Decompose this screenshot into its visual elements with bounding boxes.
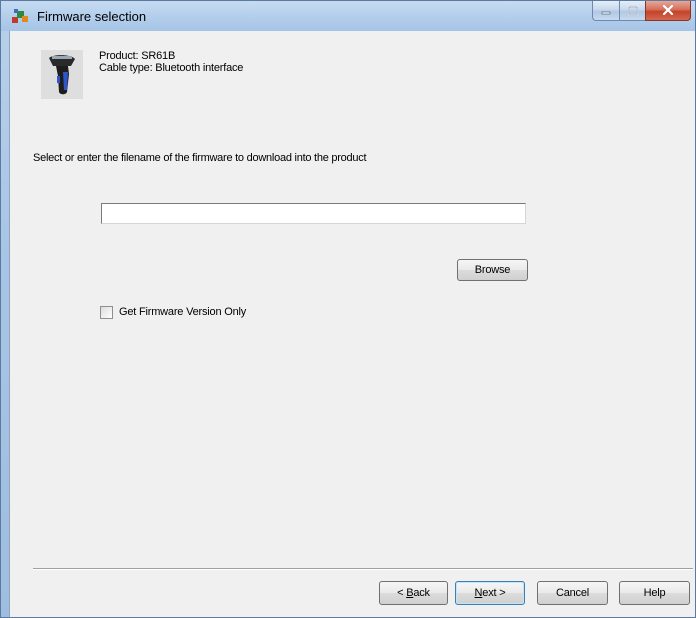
footer-separator	[33, 568, 693, 570]
help-button[interactable]: Help	[619, 581, 690, 605]
close-icon	[662, 2, 674, 20]
barcode-scanner-icon	[41, 50, 83, 99]
maximize-icon	[627, 2, 638, 20]
browse-button[interactable]: Browse	[457, 259, 528, 281]
caption-buttons	[592, 1, 691, 21]
firmware-selection-window: Firmware selection Product: SR61B Cable …	[0, 0, 696, 618]
back-button-label: < Back	[397, 587, 430, 599]
back-button[interactable]: < Back	[379, 581, 448, 605]
close-button[interactable]	[645, 1, 691, 21]
next-button[interactable]: Next >	[455, 581, 525, 605]
product-label: Product: SR61B	[99, 50, 176, 62]
dialog-client-area: Product: SR61B Cable type: Bluetooth int…	[9, 31, 695, 617]
next-button-label: Next >	[474, 587, 506, 599]
cable-type-label: Cable type: Bluetooth interface	[99, 62, 244, 74]
firmware-filename-input[interactable]	[101, 203, 526, 224]
minimize-button[interactable]	[592, 1, 619, 21]
get-firmware-version-label[interactable]: Get Firmware Version Only	[119, 306, 246, 318]
get-firmware-version-checkbox[interactable]	[100, 306, 113, 319]
title-bar[interactable]: Firmware selection	[1, 1, 695, 31]
minimize-icon	[601, 2, 611, 20]
maximize-button[interactable]	[619, 1, 645, 21]
window-title: Firmware selection	[37, 9, 147, 24]
firmware-app-icon	[11, 8, 29, 24]
cancel-button[interactable]: Cancel	[537, 581, 608, 605]
instruction-text: Select or enter the filename of the firm…	[33, 152, 367, 164]
